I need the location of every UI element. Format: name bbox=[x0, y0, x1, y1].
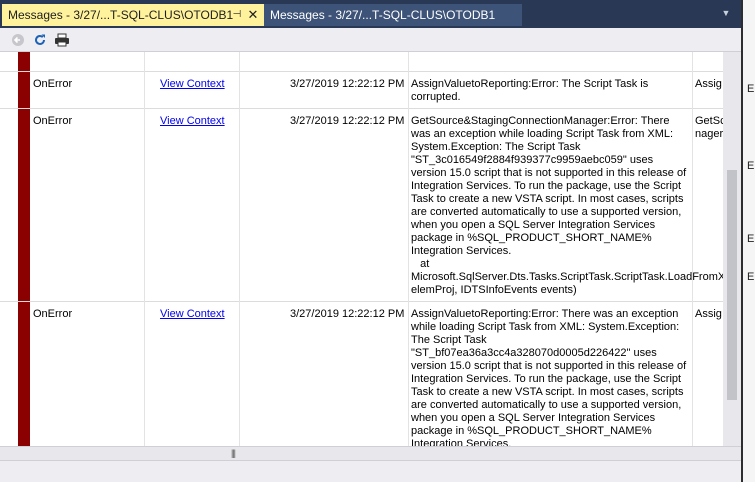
view-context-link[interactable]: View Context bbox=[160, 78, 225, 91]
column-divider bbox=[408, 52, 409, 446]
table-row[interactable]: OnError View Context 3/27/2019 12:22:12 … bbox=[0, 72, 723, 109]
document-tab-strip: Messages - 3/27/...T-SQL-CLUS\OTODB1 ⊣ ✕… bbox=[0, 0, 741, 28]
time-cell: 3/27/2019 12:22:12 PM bbox=[290, 115, 405, 127]
time-cell: 3/27/2019 12:22:12 PM bbox=[290, 308, 405, 320]
close-icon[interactable]: ✕ bbox=[247, 4, 259, 26]
tab-messages-inactive[interactable]: Messages - 3/27/...T-SQL-CLUS\OTODB1 bbox=[264, 4, 522, 26]
horizontal-splitter[interactable]: ||| bbox=[0, 446, 741, 460]
message-cell: AssignValuetoReporting:Error: There was … bbox=[411, 308, 687, 446]
tab-list-dropdown-icon[interactable]: ▼ bbox=[720, 6, 732, 20]
source-cell: Assig bbox=[695, 78, 722, 90]
tab-label: Messages - 3/27/...T-SQL-CLUS\OTODB1 bbox=[8, 8, 234, 22]
refresh-icon[interactable] bbox=[31, 31, 49, 49]
adjacent-panel: E E E E bbox=[741, 0, 755, 482]
vertical-scrollbar[interactable] bbox=[723, 52, 741, 446]
source-cell: Assig bbox=[695, 308, 722, 320]
column-divider bbox=[692, 52, 693, 446]
error-indicator bbox=[18, 52, 30, 71]
panel-label: E bbox=[747, 233, 755, 245]
error-indicator bbox=[18, 302, 30, 446]
table-row-partial bbox=[0, 52, 723, 72]
tab-messages-active[interactable]: Messages - 3/27/...T-SQL-CLUS\OTODB1 ⊣ ✕ bbox=[2, 4, 264, 26]
error-indicator bbox=[18, 109, 30, 301]
panel-label: E bbox=[747, 83, 755, 95]
event-cell: OnError bbox=[33, 115, 73, 127]
splitter-grip-icon[interactable]: ||| bbox=[231, 448, 236, 458]
panel-label: E bbox=[747, 271, 755, 283]
pin-icon[interactable]: ⊣ bbox=[231, 4, 243, 26]
messages-window: Messages - 3/27/...T-SQL-CLUS\OTODB1 ⊣ ✕… bbox=[0, 0, 755, 482]
event-cell: OnError bbox=[33, 78, 73, 90]
toolbar bbox=[0, 28, 741, 52]
messages-grid: OnError View Context 3/27/2019 12:22:12 … bbox=[0, 52, 723, 446]
view-context-link[interactable]: View Context bbox=[160, 308, 225, 321]
column-divider bbox=[239, 52, 240, 446]
source-cell: GetSc nager bbox=[695, 115, 723, 140]
status-bar bbox=[0, 460, 741, 482]
table-row[interactable]: OnError View Context 3/27/2019 12:22:12 … bbox=[0, 109, 723, 302]
view-context-link[interactable]: View Context bbox=[160, 115, 225, 128]
time-cell: 3/27/2019 12:22:12 PM bbox=[290, 78, 405, 90]
column-divider bbox=[144, 52, 145, 446]
panel-label: E bbox=[747, 160, 755, 172]
event-cell: OnError bbox=[33, 308, 73, 320]
print-icon[interactable] bbox=[53, 31, 71, 49]
message-cell: AssignValuetoReporting:Error: The Script… bbox=[411, 78, 649, 103]
message-cell: GetSource&StagingConnectionManager:Error… bbox=[411, 115, 723, 296]
back-arrow-icon[interactable] bbox=[9, 31, 27, 49]
error-indicator bbox=[18, 72, 30, 108]
scrollbar-thumb[interactable] bbox=[727, 170, 737, 400]
table-row[interactable]: OnError View Context 3/27/2019 12:22:12 … bbox=[0, 302, 723, 446]
tab-label: Messages - 3/27/...T-SQL-CLUS\OTODB1 bbox=[270, 8, 496, 22]
